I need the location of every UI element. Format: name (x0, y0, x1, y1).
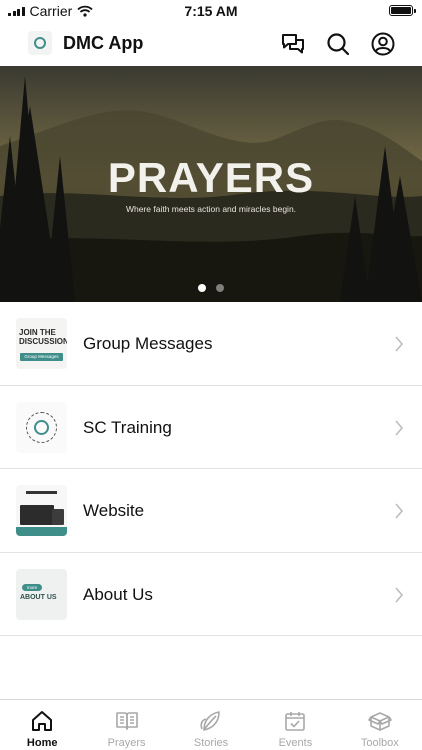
tab-label: Home (26, 737, 58, 749)
carousel-dots[interactable] (0, 284, 422, 292)
chevron-right-icon (395, 503, 404, 519)
carousel-dot-2[interactable] (216, 284, 224, 292)
list-item-group-messages[interactable]: JOIN THE DISCUSSION Group Messages Group … (0, 302, 422, 386)
about-us-thumbnail: more ABOUT US (16, 568, 67, 620)
tab-home[interactable]: Home (0, 700, 84, 750)
hero-banner[interactable]: PRAYERS Where faith meets action and mir… (0, 66, 422, 302)
profile-icon[interactable] (370, 31, 396, 57)
leaf-icon (200, 711, 220, 731)
carousel-dot-1[interactable] (198, 284, 206, 292)
status-time: 7:15 AM (184, 3, 238, 19)
tab-stories[interactable]: Stories (169, 700, 253, 750)
tab-prayers[interactable]: Prayers (84, 700, 168, 750)
list-item-label: Group Messages (83, 334, 213, 353)
tab-bar: Home Prayers Stories Events Toolbox (0, 699, 422, 750)
group-messages-thumbnail: JOIN THE DISCUSSION Group Messages (16, 318, 67, 369)
search-icon[interactable] (325, 31, 351, 57)
status-bar: Carrier 7:15 AM (0, 0, 422, 22)
battery-icon (389, 5, 416, 16)
chat-icon[interactable] (280, 31, 306, 57)
box-icon (368, 712, 392, 731)
chevron-right-icon (395, 336, 404, 352)
app-title: DMC App (63, 33, 144, 53)
app-logo (28, 31, 52, 55)
website-thumbnail (16, 485, 67, 536)
calendar-check-icon (285, 712, 306, 731)
tab-toolbox[interactable]: Toolbox (338, 700, 422, 750)
list-item-website[interactable]: Website (0, 469, 422, 553)
list-item-about-us[interactable]: more ABOUT US About Us (0, 553, 422, 636)
tab-label: Toolbox (360, 737, 399, 749)
menu-list: JOIN THE DISCUSSION Group Messages Group … (0, 302, 422, 636)
hero-title: PRAYERS (107, 154, 315, 201)
book-icon (115, 712, 138, 730)
home-icon (32, 711, 53, 731)
tab-label: Stories (193, 737, 229, 749)
chevron-right-icon (395, 586, 404, 603)
tab-events[interactable]: Events (253, 700, 337, 750)
list-item-label: SC Training (83, 417, 172, 437)
hero-subtitle: Where faith meets action and miracles be… (125, 204, 297, 214)
chevron-right-icon (395, 419, 404, 436)
app-header: DMC App (0, 22, 422, 66)
tab-label: Events (278, 737, 313, 749)
list-item-sc-training[interactable]: SC Training (0, 386, 422, 469)
list-item-label: Website (83, 501, 145, 520)
tab-label: Prayers (107, 737, 146, 749)
sc-training-thumbnail (16, 401, 67, 453)
list-item-label: About Us (83, 584, 153, 604)
